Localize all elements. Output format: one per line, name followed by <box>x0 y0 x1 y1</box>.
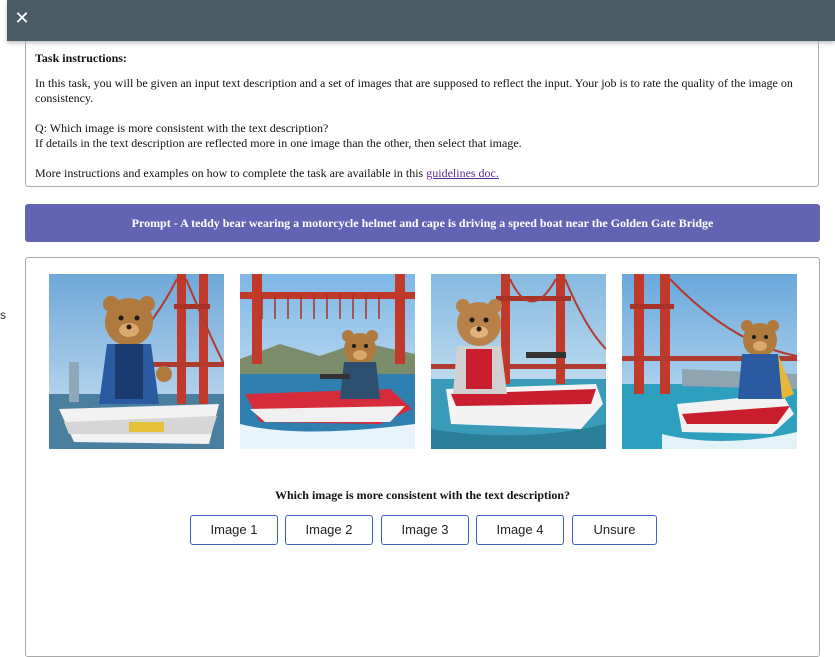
candidate-image-1[interactable] <box>49 274 224 449</box>
choice-unsure-button[interactable]: Unsure <box>572 515 657 545</box>
choice-image-3-button[interactable]: Image 3 <box>381 515 469 545</box>
selection-question: Which image is more consistent with the … <box>274 488 571 502</box>
prompt-banner: Prompt - A teddy bear wearing a motorcyc… <box>25 204 820 242</box>
candidate-image-2[interactable] <box>240 274 415 449</box>
candidate-image-3[interactable] <box>431 274 606 449</box>
instructions-title: Task instructions: <box>35 51 127 65</box>
choice-image-4-button[interactable]: Image 4 <box>476 515 564 545</box>
instructions-question: Q: Which image is more consistent with t… <box>35 121 329 135</box>
choice-image-2-button[interactable]: Image 2 <box>285 515 373 545</box>
instructions-more: More instructions and examples on how to… <box>35 166 809 181</box>
candidate-image-4[interactable] <box>622 274 797 449</box>
instructions-panel: Task instructions: In this task, you wil… <box>25 41 819 187</box>
choice-image-1-button[interactable]: Image 1 <box>190 515 278 545</box>
image-panel: Which image is more consistent with the … <box>25 257 820 657</box>
close-icon[interactable]: ✕ <box>11 8 33 30</box>
guidelines-link[interactable]: guidelines doc. <box>426 166 499 180</box>
instructions-paragraph: In this task, you will be given an input… <box>35 76 793 105</box>
side-text-fragment: s <box>0 308 6 322</box>
instructions-detail: If details in the text description are r… <box>35 136 522 150</box>
instructions-more-text: More instructions and examples on how to… <box>35 166 427 180</box>
modal-header: ✕ <box>7 0 835 41</box>
